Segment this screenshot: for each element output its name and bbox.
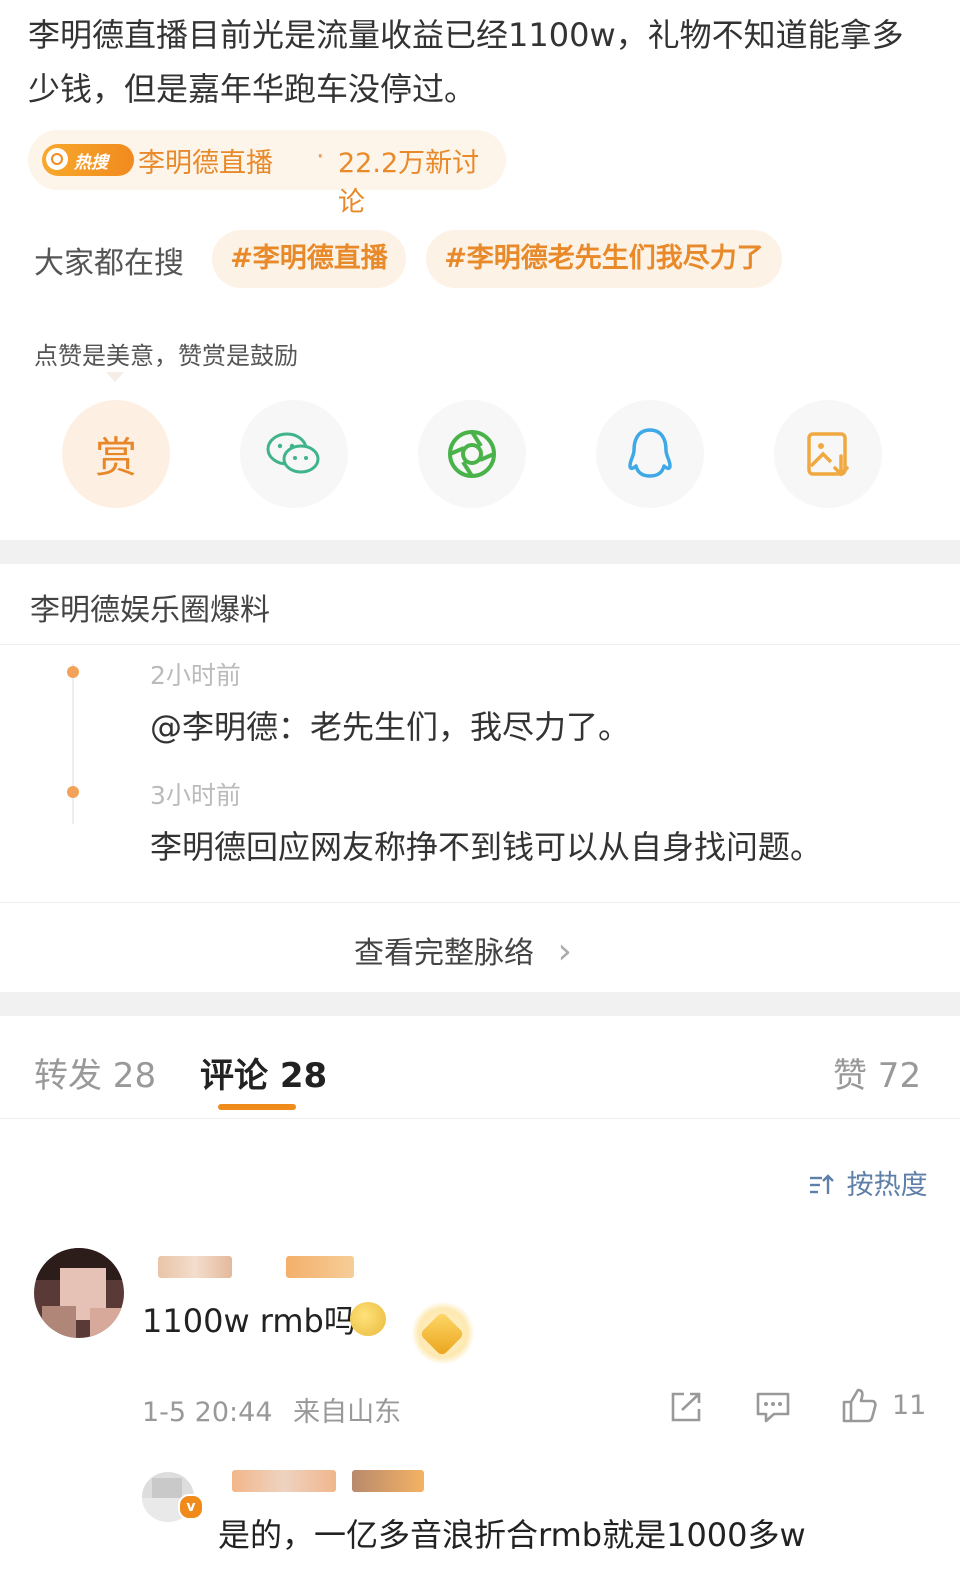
reply-text: 是的，一亿多音浪折合rmb就是1000多w xyxy=(218,1516,806,1554)
source-title[interactable]: 李明德娱乐圈爆料 xyxy=(30,585,270,629)
reply-badge-blurred xyxy=(352,1470,424,1492)
reward-button-label: 赏 xyxy=(94,432,137,482)
timeline-line xyxy=(72,664,74,824)
like-count: 11 xyxy=(892,1390,927,1421)
comment-location: 来自山东 xyxy=(293,1397,402,1428)
hot-search-badge-label: 热搜 xyxy=(74,153,108,173)
comment-meta: 1-5 20:44 来自山东 xyxy=(142,1390,401,1429)
hot-search-pill[interactable]: 热搜 李明德直播 · 22.2万新讨论 xyxy=(28,130,506,218)
hot-search-badge: 热搜 xyxy=(42,144,134,176)
moments-icon xyxy=(448,430,496,478)
share-wechat-button[interactable] xyxy=(240,400,348,508)
everyone-searching-label: 大家都在搜 xyxy=(34,246,184,281)
tab-like[interactable]: 赞 72 xyxy=(833,1048,921,1097)
comment-time: 1-5 20:44 xyxy=(142,1397,273,1428)
timeline-dot xyxy=(67,786,79,798)
username-blurred[interactable] xyxy=(158,1256,232,1278)
reply-username-blurred[interactable] xyxy=(232,1470,336,1492)
hot-search-count: 22.2万新讨论 xyxy=(338,148,480,218)
divider xyxy=(0,902,960,903)
section-separator xyxy=(0,540,960,564)
share-icon[interactable] xyxy=(668,1390,704,1424)
tab-repost[interactable]: 转发 28 xyxy=(34,1048,156,1097)
wechat-icon xyxy=(266,432,320,474)
timeline-time: 2小时前 xyxy=(150,661,241,690)
save-image-icon xyxy=(807,432,849,477)
hot-search-topic: 李明德直播 xyxy=(138,148,273,179)
timeline-text[interactable]: 李明德回应网友称挣不到钱可以从自身找问题。 xyxy=(150,822,822,868)
search-chip-1[interactable]: #李明德直播 xyxy=(212,230,406,288)
section-separator xyxy=(0,992,960,1016)
reply-icon[interactable] xyxy=(754,1390,792,1424)
reward-tip: 点赞是美意，赞赏是鼓励 xyxy=(34,342,298,370)
qq-icon xyxy=(628,428,672,478)
save-image-button[interactable] xyxy=(774,400,882,508)
chevron-right-icon: › xyxy=(557,931,572,972)
tip-caret xyxy=(106,372,124,382)
sort-icon xyxy=(810,1174,834,1194)
timeline-text[interactable]: @李明德：老先生们，我尽力了。 xyxy=(150,702,630,748)
avatar[interactable] xyxy=(34,1248,124,1338)
share-moments-button[interactable] xyxy=(418,400,526,508)
like-icon[interactable] xyxy=(840,1386,878,1424)
search-chip-2[interactable]: #李明德老先生们我尽力了 xyxy=(426,230,782,288)
verified-icon: v xyxy=(178,1494,204,1520)
timeline-time: 3小时前 xyxy=(150,781,241,810)
user-badge-blurred xyxy=(286,1256,354,1278)
timeline-dot xyxy=(67,666,79,678)
emoji-icon xyxy=(350,1302,386,1336)
comment-text: 1100w rmb吗 xyxy=(142,1302,356,1340)
divider xyxy=(0,644,960,645)
share-qq-button[interactable] xyxy=(596,400,704,508)
reward-button[interactable]: 赏 xyxy=(62,400,170,508)
hot-search-separator: · xyxy=(316,141,325,172)
tab-comment[interactable]: 评论 28 xyxy=(200,1048,327,1097)
divider xyxy=(0,1118,960,1119)
tab-active-underline xyxy=(218,1104,296,1110)
sort-button[interactable]: 按热度 xyxy=(808,1163,928,1202)
view-full-context-label: 查看完整脉络 xyxy=(354,936,534,971)
search-icon xyxy=(46,148,68,170)
sort-label: 按热度 xyxy=(846,1170,928,1201)
post-text: 李明德直播目前光是流量收益已经1100w，礼物不知道能拿多少钱，但是嘉年华跑车没… xyxy=(28,16,904,108)
view-full-context-link[interactable]: 查看完整脉络 › xyxy=(354,928,572,972)
